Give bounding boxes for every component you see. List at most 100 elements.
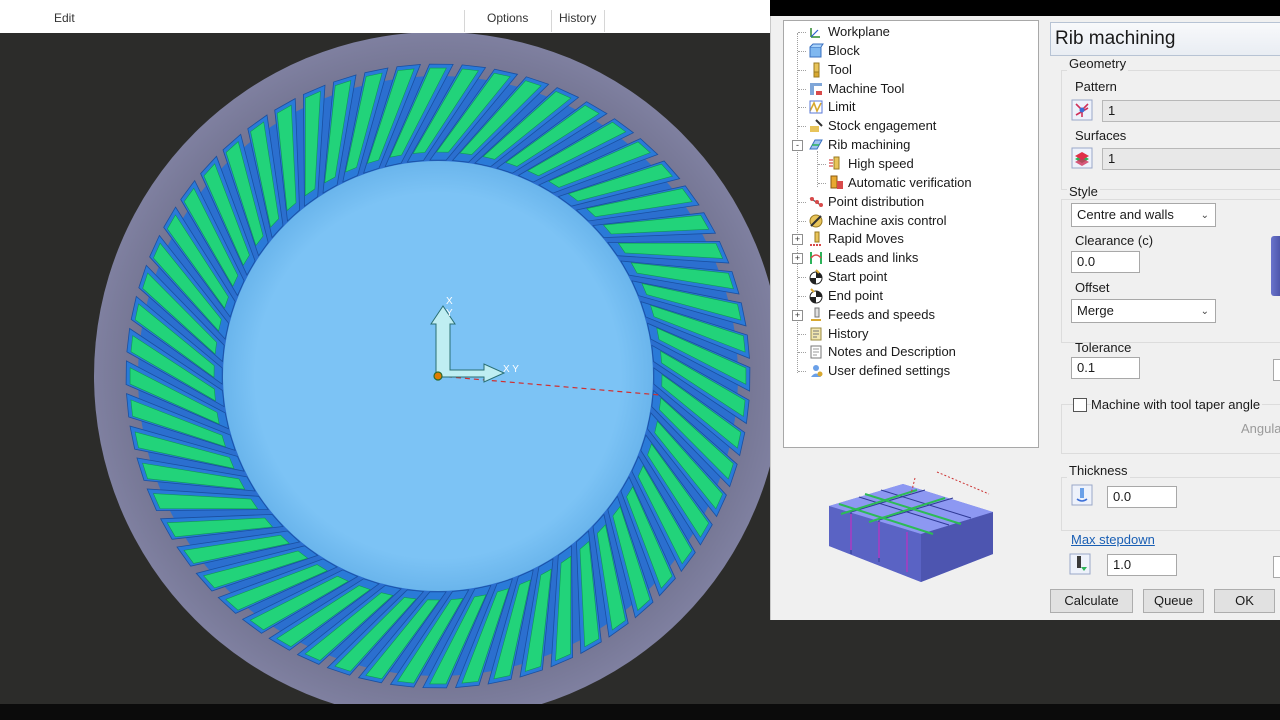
tree-item-label: Rapid Moves [828,231,904,247]
max-stepdown-icon[interactable] [1069,553,1091,575]
status-strip [0,704,1280,720]
surfaces-field[interactable]: 1 [1102,148,1280,170]
tree-item-label: Block [828,42,860,58]
tree-item-workplane[interactable]: Workplane [808,23,1034,41]
expand-toggle[interactable]: + [792,253,803,265]
menu-edit[interactable]: Edit [54,11,75,25]
strategy-title: Rib machining [1050,22,1280,56]
tree-item-limit[interactable]: Limit [808,98,1034,116]
tree-item-automatic-verification[interactable]: Automatic verification [828,174,1034,192]
offset-dropdown[interactable]: Merge ⌄ [1071,299,1216,323]
tree-item-user-defined-settings[interactable]: User defined settings [808,362,1034,380]
tree-item-leads-and-links[interactable]: Leads and links [808,249,1034,267]
tree-connector [798,220,806,222]
tree-item-stock-engagement[interactable]: Stock engagement [808,117,1034,135]
tree-item-label: History [828,325,869,341]
cut-off-field[interactable] [1273,359,1280,381]
tree-item-machine-tool[interactable]: Machine Tool [808,80,1034,98]
tree-connector [818,163,826,165]
collapse-toggle[interactable]: - [792,140,803,152]
tree-item-end-point[interactable]: End point [808,287,1034,305]
cut-off-field[interactable] [1273,556,1280,578]
ok-button[interactable]: OK [1214,589,1275,613]
tool-icon [808,62,824,78]
tree-item-label: Stock engagement [828,118,937,134]
tree-connector [798,107,806,109]
tree-item-label: Tool [828,61,852,77]
tree-item-start-point[interactable]: Start point [808,268,1034,286]
tree-connector [798,371,806,373]
gear-model: X Y X Y [94,33,770,704]
queue-button[interactable]: Queue [1143,589,1204,613]
tree-item-high-speed[interactable]: High speed [828,155,1034,173]
pattern-label: Pattern [1075,79,1117,94]
menu-options[interactable]: Options [487,11,528,25]
tree-item-label: Machine Tool [828,80,905,96]
strategy-title-text: Rib machining [1055,28,1176,49]
thickness-settings-icon[interactable] [1071,484,1093,506]
surfaces-select-icon[interactable] [1071,147,1093,169]
tree-item-history[interactable]: History [808,325,1034,343]
strategy-preview-image [821,454,1001,594]
rib-machining-icon [808,137,824,153]
tree-item-label: High speed [848,155,914,171]
tree-item-label: Notes and Description [828,344,956,360]
max-stepdown-field[interactable]: 1.0 [1107,554,1177,576]
menu-bar: Edit Options History [0,0,770,34]
tree-item-rapid-moves[interactable]: Rapid Moves [808,230,1034,248]
tree-item-label: Limit [828,99,856,115]
taper-angle-checkbox[interactable] [1073,398,1087,412]
style-preview-image [1271,236,1280,296]
tree-item-point-distribution[interactable]: Point distribution [808,193,1034,211]
tree-item-label: Point distribution [828,193,925,209]
tree-item-label: Rib machining [828,137,911,153]
tolerance-field[interactable]: 0.1 [1071,357,1140,379]
tree-connector [798,32,806,33]
angle-label: Angula [1241,421,1280,436]
clearance-field[interactable]: 0.0 [1071,251,1140,273]
pattern-select-icon[interactable] [1071,99,1093,121]
tree-item-label: User defined settings [828,363,951,379]
tree-item-block[interactable]: Block [808,42,1034,60]
axis-y-label: Y [446,308,453,319]
start-point-icon [808,269,824,285]
expand-toggle[interactable]: + [792,309,803,321]
thickness-field[interactable]: 0.0 [1107,486,1177,508]
max-stepdown-link[interactable]: Max stepdown [1071,532,1155,547]
user-settings-icon [808,363,824,379]
tree-item-tool[interactable]: Tool [808,61,1034,79]
tree-connector [798,126,806,128]
clearance-label: Clearance (c) [1075,233,1154,248]
style-dropdown[interactable]: Centre and walls ⌄ [1071,203,1216,227]
tree-item-label: Workplane [828,24,890,39]
feeds-and-speeds-icon [808,307,824,323]
machine-tool-icon [808,81,824,97]
tree-connector [798,295,806,297]
taper-angle-label: Machine with tool taper angle [1091,397,1263,412]
history-icon [808,326,824,342]
graphics-viewport[interactable]: X Y X Y [0,33,770,704]
expand-toggle[interactable]: + [792,234,803,246]
menu-separator [464,10,465,32]
offset-label: Offset [1075,280,1110,295]
tree-connector [798,69,806,71]
tree-item-machine-axis-control[interactable]: Machine axis control [808,212,1034,230]
tree-item-label: Feeds and speeds [828,306,935,322]
tolerance-label: Tolerance [1075,340,1132,355]
tree-connector [798,333,806,335]
point-distribution-icon [808,194,824,210]
geometry-group-label: Geometry [1067,56,1129,71]
tree-connector [798,50,806,52]
tree-item-rib-machining[interactable]: Rib machining [808,136,1034,154]
tree-item-notes-and-description[interactable]: Notes and Description [808,343,1034,361]
calculate-button[interactable]: Calculate [1050,589,1133,613]
tree-item-label: Leads and links [828,250,919,266]
high-speed-icon [828,156,844,172]
chevron-down-icon: ⌄ [1200,210,1209,221]
end-point-icon [808,288,824,304]
pattern-field[interactable]: 1 [1102,100,1280,122]
top-strip [770,0,1280,16]
tree-item-label: Start point [828,269,888,285]
menu-history[interactable]: History [559,11,596,25]
tree-item-feeds-and-speeds[interactable]: Feeds and speeds [808,306,1034,324]
